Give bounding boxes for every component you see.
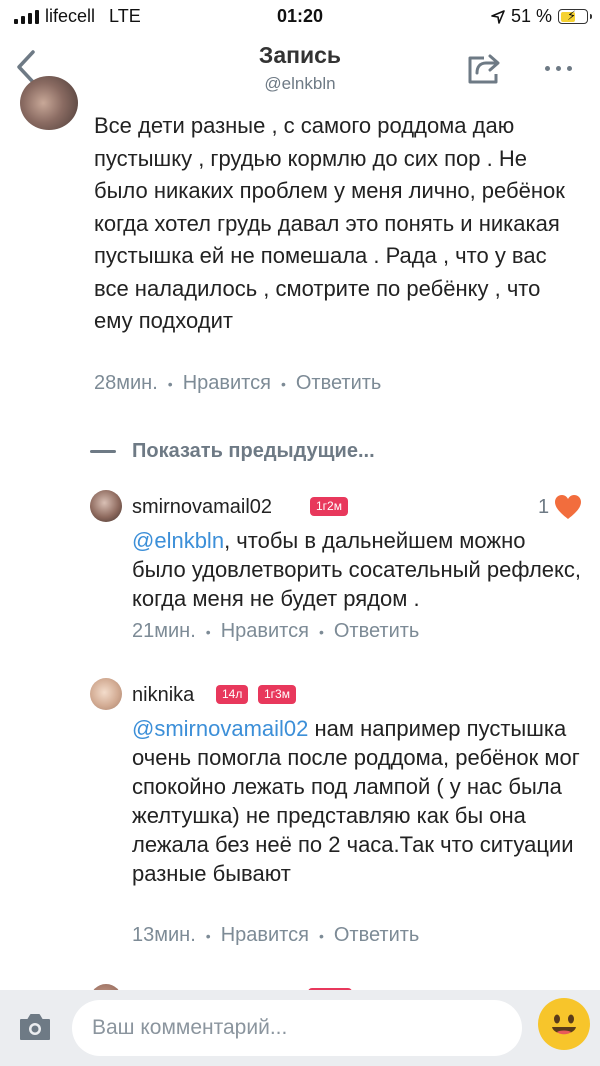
nav-header: Запись @elnkbln [0,34,600,100]
emoji-button[interactable] [538,998,590,1050]
status-badge: 1г2м [310,497,348,516]
more-button[interactable] [536,54,580,82]
like-button[interactable]: Нравится [221,924,309,947]
avatar[interactable] [20,76,78,130]
battery-percent: 51 % [510,6,552,26]
status-badge: 14л [216,685,249,704]
separator-dot: • [280,375,286,392]
camera-button[interactable] [18,1012,52,1042]
separator-dot: • [205,623,211,640]
comment-meta: 13мин. • Нравится • Ответить [132,924,419,947]
comment-meta: 21мин. • Нравится • Ответить [132,620,419,643]
mention-link[interactable]: @smirnovamail02 [132,716,308,741]
comment-composer [0,990,600,1066]
reply-text: @elnkbln, чтобы в дальнейшем можно было … [132,526,582,613]
show-previous-label: Показать предыдущие... [132,440,375,462]
like-button[interactable]: Нравится [183,372,271,395]
battery-icon: ⚡ [558,8,592,24]
like-count: 1 [538,496,550,518]
page-subtitle[interactable]: @elnkbln [0,74,600,94]
more-dots-icon [544,65,550,71]
author-name[interactable]: niknika [132,684,194,707]
separator-dot: • [318,623,324,640]
heart-icon[interactable] [554,494,582,520]
separator-dot: • [167,375,173,392]
camera-icon [20,1014,50,1040]
page-title: Запись [258,42,342,68]
share-icon [468,54,500,84]
status-bar-right: 51 % ⚡ [491,6,592,27]
like-button[interactable]: Нравится [221,620,309,643]
reply-text: @smirnovamail02 нам например пустышка оч… [132,714,582,888]
avatar[interactable] [90,490,122,522]
status-badge: 1г3м [258,685,296,704]
show-previous-button[interactable]: Показать предыдущие... [90,440,375,463]
comment-time: 13мин. [132,924,196,946]
reply-button[interactable]: Ответить [334,924,420,947]
comment-input[interactable] [72,1000,522,1056]
avatar[interactable] [90,678,122,710]
comment-meta: 28мин. • Нравится • Ответить [94,372,381,395]
mention-link[interactable]: @elnkbln [132,528,224,553]
separator-dot: • [205,927,211,944]
reply-body: нам например пустышка очень помогла посл… [132,716,580,886]
comment-time: 28мин. [94,372,158,394]
comment-time: 21мин. [132,620,196,642]
location-arrow-icon [491,9,505,24]
dash-icon [90,450,116,453]
emoji-icon [540,1000,588,1048]
share-button[interactable] [464,48,504,88]
status-bar: lifecell LTE 01:20 51 % ⚡ [0,0,600,34]
reply-button[interactable]: Ответить [334,620,420,643]
reply-button[interactable]: Ответить [296,372,382,395]
author-name[interactable]: smirnovamail02 [132,496,272,519]
comment-text: Все дети разные , с самого роддома даю п… [94,113,565,333]
separator-dot: • [318,927,324,944]
